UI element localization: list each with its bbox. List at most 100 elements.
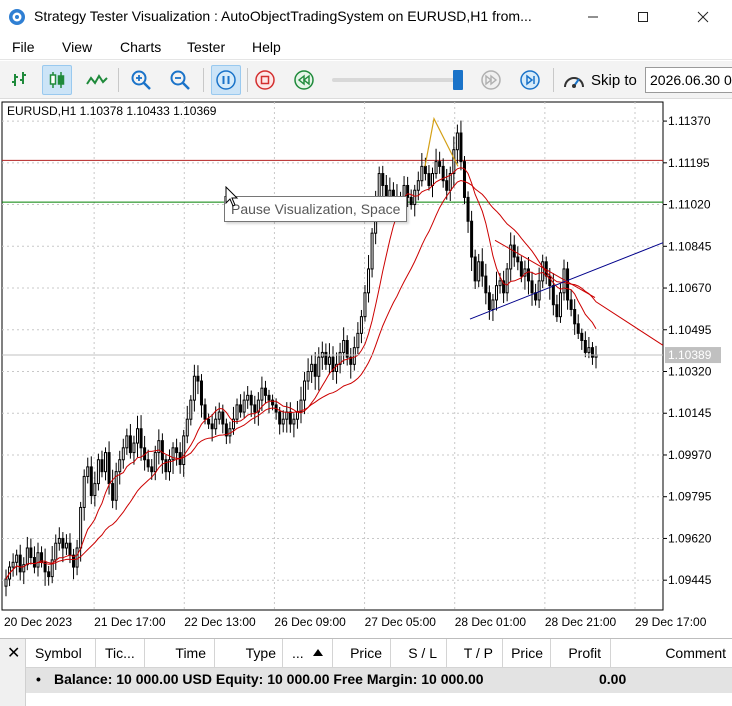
- price-chart[interactable]: 20 Dec 2023 21 Dec 17:00 22 Dec 13:00 26 De…: [0, 100, 732, 638]
- y-tick-label: 1.10320: [668, 365, 712, 379]
- col-symbol[interactable]: Symbol: [26, 639, 96, 668]
- maximize-icon: [638, 12, 648, 22]
- candle-body: [4, 578, 8, 587]
- candle-body: [214, 418, 218, 430]
- candle-body: [164, 459, 168, 473]
- menu-help[interactable]: Help: [252, 39, 281, 55]
- candle-body: [104, 452, 108, 473]
- col-type[interactable]: Type: [215, 639, 283, 668]
- menu-bar: File View Charts Tester Help: [0, 34, 732, 60]
- col-stop-loss[interactable]: S / L: [391, 639, 447, 668]
- candle-body: [25, 547, 29, 566]
- bar-chart-button[interactable]: [4, 65, 34, 95]
- candle-body: [370, 232, 374, 270]
- skip-to-date-input[interactable]: [645, 67, 732, 93]
- mouse-cursor-icon: [225, 186, 239, 207]
- candlestick-chart-button[interactable]: [42, 65, 72, 95]
- candle-body: [89, 466, 93, 497]
- pause-tooltip: Pause Visualization, Space: [224, 196, 408, 222]
- candle-body: [61, 537, 65, 549]
- chart-symbol-header: EURUSD,H1 1.10378 1.10433 1.10369: [7, 104, 217, 118]
- x-tick-label: 26 Dec 09:00: [274, 615, 346, 629]
- candle-body: [434, 161, 438, 175]
- candle-body: [47, 571, 51, 578]
- stop-icon: [255, 70, 275, 90]
- candle-body: [498, 280, 502, 287]
- candle-body: [491, 299, 495, 310]
- col-current-price[interactable]: Price: [503, 639, 551, 668]
- candle-body: [285, 411, 289, 420]
- balance-summary: Balance: 10 000.00 USD Equity: 10 000.00…: [54, 671, 484, 687]
- close-icon: [697, 11, 709, 23]
- candle-body: [196, 375, 200, 382]
- candle-body: [526, 268, 530, 282]
- candle-body: [590, 347, 594, 358]
- candle-body: [473, 256, 477, 282]
- col-volume[interactable]: ...: [283, 639, 333, 668]
- close-window-button[interactable]: [680, 0, 726, 34]
- y-tick-label: 1.09445: [668, 573, 712, 587]
- candle-body: [128, 435, 132, 454]
- candle-body: [494, 285, 498, 301]
- candle-body: [260, 387, 264, 401]
- col-time[interactable]: Time: [145, 639, 215, 668]
- candle-body: [420, 165, 424, 182]
- candle-body: [54, 542, 58, 561]
- candle-body: [235, 404, 239, 420]
- maximize-button[interactable]: [620, 0, 666, 34]
- candle-body: [537, 280, 541, 301]
- minimize-icon: [588, 16, 598, 18]
- y-tick-label: 1.10845: [668, 239, 712, 253]
- col-ticket[interactable]: Tic...: [96, 639, 145, 668]
- close-toolbox-button[interactable]: ✕: [0, 639, 26, 706]
- col-take-profit[interactable]: T / P: [447, 639, 503, 668]
- candle-body: [111, 483, 115, 501]
- col-price[interactable]: Price: [333, 639, 391, 668]
- candle-body: [313, 363, 317, 377]
- skip-to-label: Skip to: [591, 72, 637, 89]
- candle-body: [11, 561, 15, 568]
- col-volume-label: ...: [292, 645, 304, 661]
- zoom-out-button[interactable]: [165, 65, 195, 95]
- zoom-in-button[interactable]: [126, 65, 156, 95]
- balance-row[interactable]: • Balance: 10 000.00 USD Equity: 10 000.…: [26, 668, 732, 693]
- candle-body: [267, 394, 271, 401]
- candle-body: [551, 285, 555, 306]
- candle-body: [160, 440, 164, 461]
- menu-tester[interactable]: Tester: [187, 39, 225, 55]
- candle-body: [64, 542, 68, 549]
- step-forward-icon: [520, 70, 540, 90]
- candle-body: [292, 418, 296, 425]
- chart-area[interactable]: 20 Dec 2023 21 Dec 17:00 22 Dec 13:00 26 De…: [0, 100, 732, 638]
- rewind-button[interactable]: [289, 65, 319, 95]
- candle-body: [416, 180, 420, 191]
- candle-body: [199, 380, 203, 406]
- candle-body: [150, 466, 154, 473]
- candle-body: [263, 387, 267, 396]
- x-tick-label: 29 Dec 17:00: [635, 615, 707, 629]
- col-profit[interactable]: Profit: [551, 639, 611, 668]
- stop-button[interactable]: [250, 65, 280, 95]
- minimize-button[interactable]: [570, 0, 616, 34]
- menu-file[interactable]: File: [12, 39, 35, 55]
- speed-slider-track[interactable]: [332, 78, 462, 82]
- step-forward-button[interactable]: [515, 65, 545, 95]
- pause-visualization-button[interactable]: [211, 65, 241, 95]
- candle-body: [452, 149, 456, 175]
- fast-forward-button[interactable]: [476, 65, 506, 95]
- x-tick-label: 22 Dec 13:00: [184, 615, 256, 629]
- col-comment[interactable]: Comment: [611, 639, 732, 668]
- candle-body: [175, 447, 179, 454]
- title-bar: Strategy Tester Visualization : AutoObje…: [0, 0, 732, 34]
- line-chart-button[interactable]: [82, 65, 112, 95]
- candle-body: [427, 173, 431, 186]
- menu-charts[interactable]: Charts: [120, 39, 161, 55]
- candle-body: [310, 363, 314, 373]
- candle-body: [587, 347, 591, 353]
- speed-slider-thumb[interactable]: [453, 70, 463, 90]
- rewind-icon: [294, 70, 314, 90]
- candle-body: [377, 173, 381, 198]
- menu-view[interactable]: View: [62, 39, 92, 55]
- candle-body: [459, 132, 463, 163]
- candle-body: [352, 347, 356, 365]
